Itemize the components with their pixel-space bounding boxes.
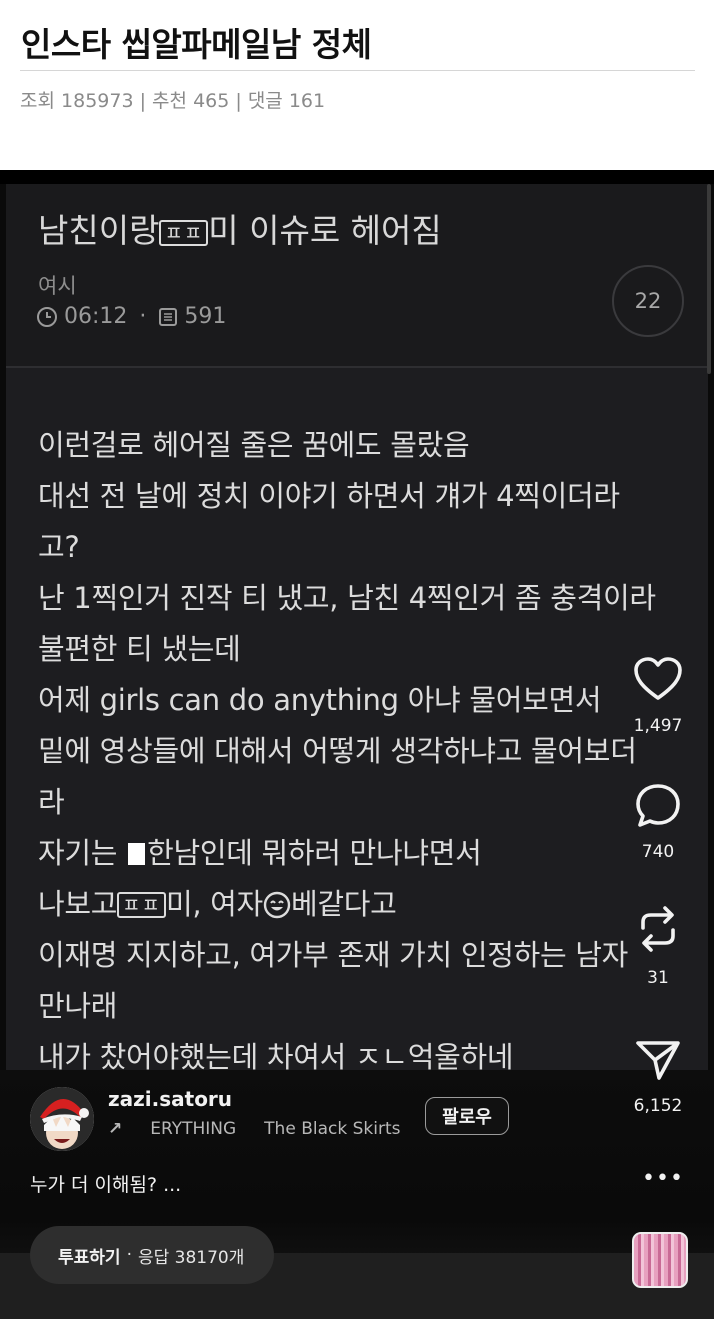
comment-button[interactable]: 740 [610, 782, 706, 862]
title-divider [20, 70, 695, 71]
body-line: 자기는 한남인데 뭐하러 만나냐면서 [38, 828, 688, 879]
like-button[interactable]: 1,497 [610, 656, 706, 736]
body-line: 나보고 ㅍㅍ 미, 여자 베같다고 [38, 879, 688, 930]
avatar-image [30, 1087, 94, 1151]
card-author: 여시 [38, 274, 77, 298]
card-title-text: 미 이슈로 헤어짐 [208, 211, 442, 250]
like-count: 1,497 [633, 716, 683, 736]
music-artist: The Black Skirts [264, 1119, 401, 1139]
body-line: 불편한 티 냈는데 [38, 632, 241, 666]
card-title-text: 남친이랑 [38, 211, 160, 250]
post-header: 인스타 씹알파메일남 정체 조회 185973 | 추천 465 | 댓글 16… [0, 0, 714, 170]
body-text: 나보고 [38, 887, 118, 921]
repost-icon [641, 906, 675, 952]
card-header: 남친이랑 ㅍㅍ 미 이슈로 헤어짐 여시 06:12 · 591 22 [6, 184, 708, 366]
repost-count: 31 [647, 968, 669, 988]
screenshot-top-bar [0, 170, 714, 184]
card-dot: · [139, 304, 147, 329]
views-count: 185973 [61, 90, 134, 112]
post-title: 인스타 씹알파메일남 정체 [21, 25, 372, 64]
body-line: 이재명 지지하고, 여가부 존재 가치 인정하는 남자 [38, 938, 629, 972]
poll-button[interactable]: 투표하기 · 응답 38170개 [30, 1226, 274, 1284]
body-text: 한남인데 뭐하러 만나냐면서 [147, 836, 482, 870]
body-line: 밑에 영상들에 대해서 어떻게 생각하냐고 물어보더 [38, 734, 637, 768]
repost-button[interactable]: 31 [610, 904, 706, 988]
post-meta: 조회 185973 | 추천 465 | 댓글 161 [20, 86, 325, 113]
send-icon [636, 1041, 680, 1080]
comments-count: 161 [288, 90, 326, 112]
card-title: 남친이랑 ㅍㅍ 미 이슈로 헤어짐 [38, 204, 442, 252]
card-divider [6, 366, 708, 368]
action-rail: 1,497 740 31 6,152 [610, 170, 710, 1319]
share-count: 6,152 [633, 1096, 683, 1116]
poll-separator: · [126, 1245, 132, 1265]
meta-separator: | [139, 90, 146, 112]
body-line: 고? [38, 530, 80, 564]
embedded-screenshot: 남친이랑 ㅍㅍ 미 이슈로 헤어짐 여시 06:12 · 591 22 이런걸로 헤… [0, 170, 714, 1319]
recommend-label: 추천 [152, 90, 188, 112]
censored-badge: ㅍㅍ [159, 220, 209, 246]
views-icon [159, 307, 178, 326]
body-line: 난 1찍인거 진작 티 냈고, 남친 4찍인거 좀 충격이라 [38, 581, 656, 615]
poll-label: 투표하기 [58, 1247, 121, 1268]
reel-caption[interactable]: 누가 더 이해됨? ... [30, 1170, 181, 1197]
music-row[interactable]: ↗ ERYTHING The Black Skirts [108, 1119, 408, 1139]
reel-username[interactable]: zazi.satoru [108, 1087, 232, 1111]
card-time: 06:12 [64, 304, 128, 329]
clock-icon [37, 306, 57, 327]
music-arrow-icon: ↗ [108, 1119, 123, 1139]
forum-post-card: 남친이랑 ㅍㅍ 미 이슈로 헤어짐 여시 06:12 · 591 22 이런걸로 헤… [6, 184, 708, 1084]
body-text: 미, 여자 [165, 887, 263, 921]
card-body: 이런걸로 헤어질 줄은 꿈에도 몰랐음 대선 전 날에 정치 이야기 하면서 걔… [38, 420, 688, 1083]
comment-icon [636, 784, 680, 827]
follow-button[interactable]: 팔로우 [425, 1097, 509, 1135]
poll-responses: 응답 38170개 [137, 1247, 245, 1268]
card-stats: 06:12 · 591 [36, 304, 226, 329]
share-button[interactable]: 6,152 [610, 1038, 706, 1116]
smile-emoji-icon [263, 891, 291, 919]
avatar[interactable] [30, 1087, 94, 1151]
body-line: 대선 전 날에 정치 이야기 하면서 걔가 4찍이더라 [38, 479, 620, 513]
body-line: 이런걸로 헤어질 줄은 꿈에도 몰랐음 [38, 428, 470, 462]
body-text: 베같다고 [290, 887, 397, 921]
views-label: 조회 [20, 90, 55, 112]
comment-action-count: 740 [641, 842, 675, 862]
body-line: 라 [38, 785, 65, 819]
body-line: 어제 girls can do anything 아냐 물어보면서 [38, 683, 602, 717]
censor-block [128, 843, 146, 865]
censored-badge: ㅍㅍ [117, 892, 166, 918]
music-track: ERYTHING [150, 1119, 237, 1139]
meta-separator: | [235, 90, 242, 112]
body-text: 자기는 [38, 836, 118, 870]
card-views: 591 [184, 304, 227, 329]
heart-icon [634, 657, 682, 700]
body-line: 만나래 [38, 989, 118, 1023]
recommend-count: 465 [193, 90, 230, 112]
comments-label: 댓글 [247, 90, 283, 112]
